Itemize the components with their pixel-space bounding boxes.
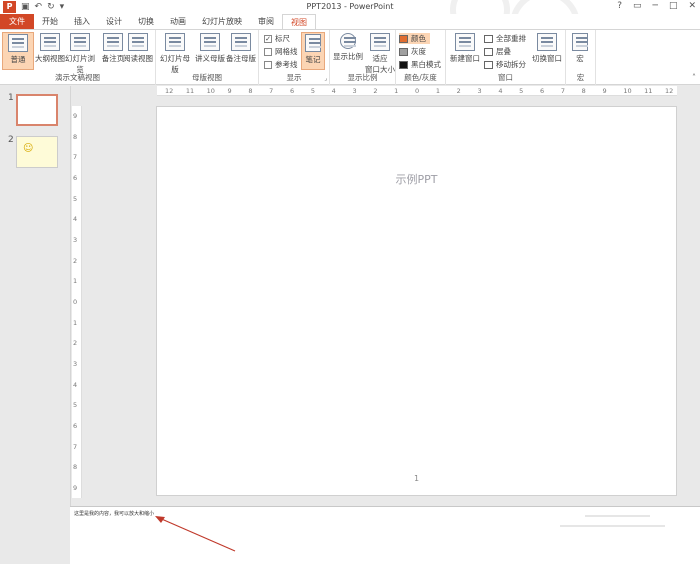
- annotation-arrow: [155, 515, 665, 552]
